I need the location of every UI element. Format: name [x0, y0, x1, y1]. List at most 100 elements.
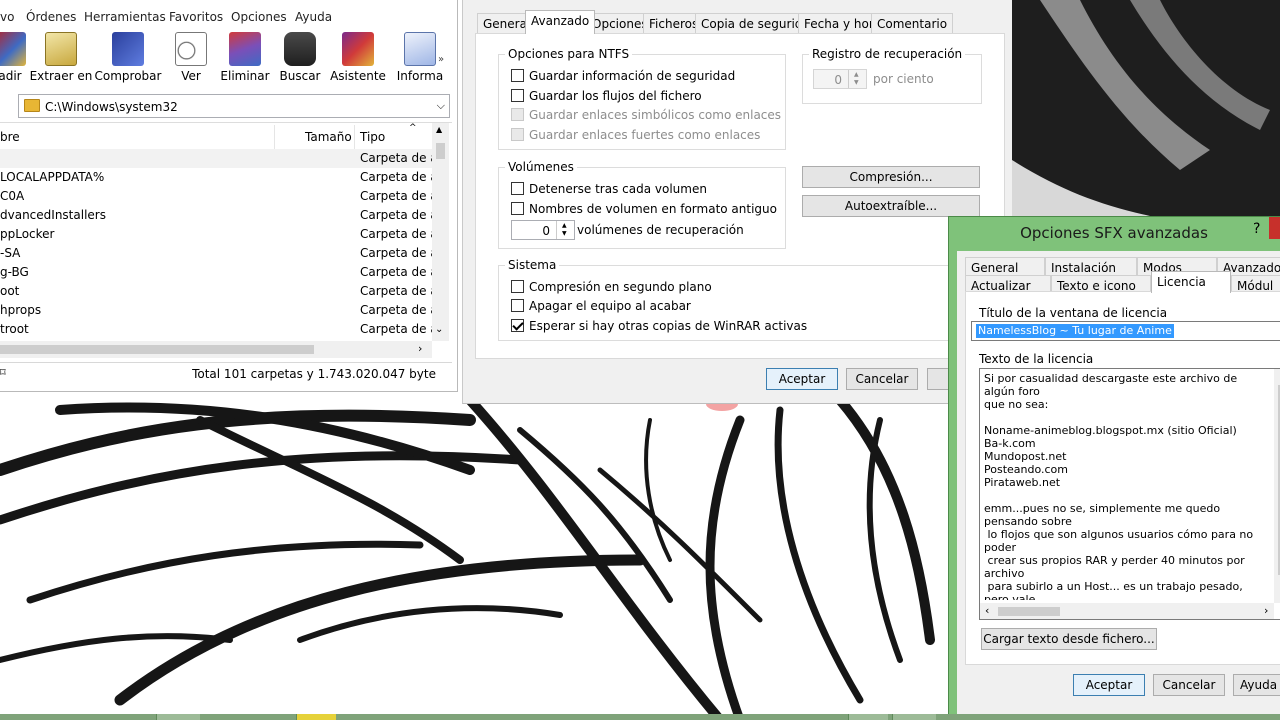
sfx-ok-button[interactable]: Aceptar	[1073, 674, 1145, 696]
sfx-dialog-title: Opciones SFX avanzadas	[1020, 224, 1208, 242]
delete-icon	[229, 32, 261, 66]
load-license-file-button[interactable]: Cargar texto desde fichero...	[981, 628, 1157, 650]
sfx-cancel-button[interactable]: Cancelar	[1153, 674, 1225, 696]
scroll-left-icon[interactable]: ‹	[985, 604, 989, 617]
stepper-up-icon: ▲	[562, 222, 567, 229]
menu-tools[interactable]: Herramientas	[84, 10, 166, 24]
tab-advanced[interactable]: Avanzado	[525, 10, 596, 34]
scroll-up-icon[interactable]: ▲	[436, 125, 442, 134]
archive-cancel-button[interactable]: Cancelar	[846, 368, 918, 390]
column-header-name[interactable]: bre	[0, 130, 20, 144]
stop-after-volume-checkbox[interactable]: Detenerse tras cada volumen	[511, 182, 707, 196]
system-group: Sistema Compresión en segundo plano Apag…	[498, 258, 998, 341]
recovery-record-group: Registro de recuperación 0 ▲ ▼ por ciento	[802, 47, 982, 104]
file-list-vertical-scrollbar[interactable]: ▲ ⌄	[432, 123, 449, 341]
table-row[interactable]: g-BGCarpeta de ar	[0, 263, 432, 282]
chevron-down-icon[interactable]: ⌵	[437, 99, 445, 113]
menu-options[interactable]: Opciones	[231, 10, 287, 24]
archive-options-dialog: General Avanzado Opciones Ficheros Copia…	[462, 0, 1012, 404]
table-row[interactable]: ppLockerCarpeta de ar	[0, 225, 432, 244]
address-path: C:\Windows\system32	[45, 100, 178, 114]
wizard-icon	[342, 32, 374, 66]
recovery-group-title: Registro de recuperación	[809, 47, 966, 61]
scroll-down-icon[interactable]: ⌄	[435, 324, 443, 335]
tab-comment[interactable]: Comentario	[871, 13, 954, 33]
license-text-area[interactable]: Si por casualidad descargaste este archi…	[979, 368, 1280, 620]
table-row[interactable]: ootCarpeta de ar	[0, 282, 432, 301]
license-title-value: NamelessBlog ~ Tu lugar de Anime	[976, 324, 1174, 338]
sort-ascending-icon: ^	[409, 123, 417, 133]
toolbar-wizard-button[interactable]: Asistente	[326, 28, 390, 88]
table-row[interactable]: dvancedInstallersCarpeta de ar	[0, 206, 432, 225]
compression-button[interactable]: Compresión...	[802, 166, 980, 188]
toolbar: adir Extraer en Comprobar Ver Eliminar B…	[0, 28, 452, 88]
menu-commands[interactable]: Órdenes	[26, 10, 76, 24]
menu-favorites[interactable]: Favoritos	[169, 10, 223, 24]
scroll-right-icon[interactable]: ›	[1264, 604, 1268, 617]
folder-icon	[24, 99, 40, 112]
license-text-label: Texto de la licencia	[979, 352, 1094, 366]
recovery-volumes-label: volúmenes de recuperación	[577, 223, 744, 237]
table-row[interactable]: -SACarpeta de ar	[0, 244, 432, 263]
license-vertical-scrollbar[interactable]	[1274, 369, 1280, 603]
license-title-label: Título de la ventana de licencia	[979, 306, 1168, 320]
toolbar-more-chevron-icon[interactable]: »	[438, 54, 444, 65]
column-header-type[interactable]: Tipo	[360, 130, 385, 144]
taskbar-item-active[interactable]	[296, 714, 336, 720]
archive-ok-button[interactable]: Aceptar	[766, 368, 838, 390]
view-icon	[175, 32, 207, 66]
background-compression-checkbox[interactable]: Compresión en segundo plano	[511, 280, 712, 294]
system-group-title: Sistema	[505, 258, 560, 272]
file-list-horizontal-scrollbar[interactable]: ›	[0, 341, 432, 358]
recovery-volumes-stepper[interactable]: 0 ▲ ▼	[511, 220, 575, 240]
file-list: bre Tamaño Tipo ^ Carpeta de ar LOCALAPP…	[0, 122, 452, 358]
volumes-group-title: Volúmenes	[505, 160, 577, 174]
old-volume-names-checkbox[interactable]: Nombres de volumen en formato antiguo	[511, 202, 777, 216]
save-symlinks-checkbox[interactable]: Guardar enlaces simbólicos como enlaces	[511, 108, 781, 122]
recovery-unit-label: por ciento	[873, 72, 934, 86]
winrar-main-window: vo Órdenes Herramientas Favoritos Opcion…	[0, 0, 458, 392]
status-text: Total 101 carpetas y 1.743.020.047 byte	[192, 367, 436, 381]
close-icon[interactable]	[1269, 217, 1280, 239]
scroll-right-icon[interactable]: ›	[418, 342, 422, 355]
table-row[interactable]: hpropsCarpeta de ar	[0, 301, 432, 320]
toolbar-test-button[interactable]: Comprobar	[95, 28, 161, 88]
archive-status-icon: ⌑	[0, 366, 6, 379]
volumes-group: Volúmenes Detenerse tras cada volumen No…	[498, 160, 786, 249]
shutdown-when-done-checkbox[interactable]: Apagar el equipo al acabar	[511, 299, 691, 313]
save-hardlinks-checkbox[interactable]: Guardar enlaces fuertes como enlaces	[511, 128, 760, 142]
help-icon[interactable]: ?	[1253, 221, 1260, 237]
license-horizontal-scrollbar[interactable]: ‹ ›	[980, 603, 1274, 619]
add-archive-icon	[0, 32, 26, 66]
menu-file[interactable]: vo	[0, 10, 14, 24]
table-row[interactable]: LOCALAPPDATA%Carpeta de ar	[0, 168, 432, 187]
extract-icon	[45, 32, 77, 66]
table-row[interactable]: Carpeta de ar	[0, 149, 432, 168]
sfx-tab-general[interactable]: General	[965, 257, 1045, 277]
wait-other-winrar-checkbox[interactable]: Esperar si hay otras copias de WinRAR ac…	[511, 319, 807, 333]
toolbar-extract-button[interactable]: Extraer en	[29, 28, 93, 88]
table-row[interactable]: trootCarpeta de ar	[0, 320, 432, 339]
sfx-tab-installation[interactable]: Instalación	[1045, 257, 1137, 277]
sfx-tab-license[interactable]: Licencia	[1151, 271, 1231, 293]
info-icon	[404, 32, 436, 66]
ntfs-options-group: Opciones para NTFS Guardar información d…	[498, 47, 786, 150]
stepper-down-icon: ▼	[562, 230, 567, 237]
address-bar[interactable]: C:\Windows\system32 ⌵	[18, 94, 450, 118]
sfx-options-dialog: Opciones SFX avanzadas ? General Instala…	[948, 216, 1280, 720]
table-row[interactable]: C0ACarpeta de ar	[0, 187, 432, 206]
save-streams-checkbox[interactable]: Guardar los flujos del fichero	[511, 89, 702, 103]
recovery-percent-stepper[interactable]: 0 ▲ ▼	[813, 69, 867, 89]
taskbar-item[interactable]	[156, 714, 200, 720]
sfx-help-button[interactable]: Ayuda	[1233, 674, 1280, 696]
taskbar	[0, 714, 1280, 720]
column-header-size[interactable]: Tamaño	[305, 130, 352, 144]
license-title-input[interactable]: NamelessBlog ~ Tu lugar de Anime	[971, 321, 1280, 341]
taskbar-item[interactable]	[848, 714, 888, 720]
sfx-options-button[interactable]: Autoextraíble...	[802, 195, 980, 217]
menu-help[interactable]: Ayuda	[295, 10, 332, 24]
save-security-checkbox[interactable]: Guardar información de seguridad	[511, 69, 735, 83]
stepper-down-icon: ▼	[854, 79, 859, 86]
status-bar: ⌑ Total 101 carpetas y 1.743.020.047 byt…	[0, 362, 452, 386]
taskbar-item[interactable]	[892, 714, 936, 720]
